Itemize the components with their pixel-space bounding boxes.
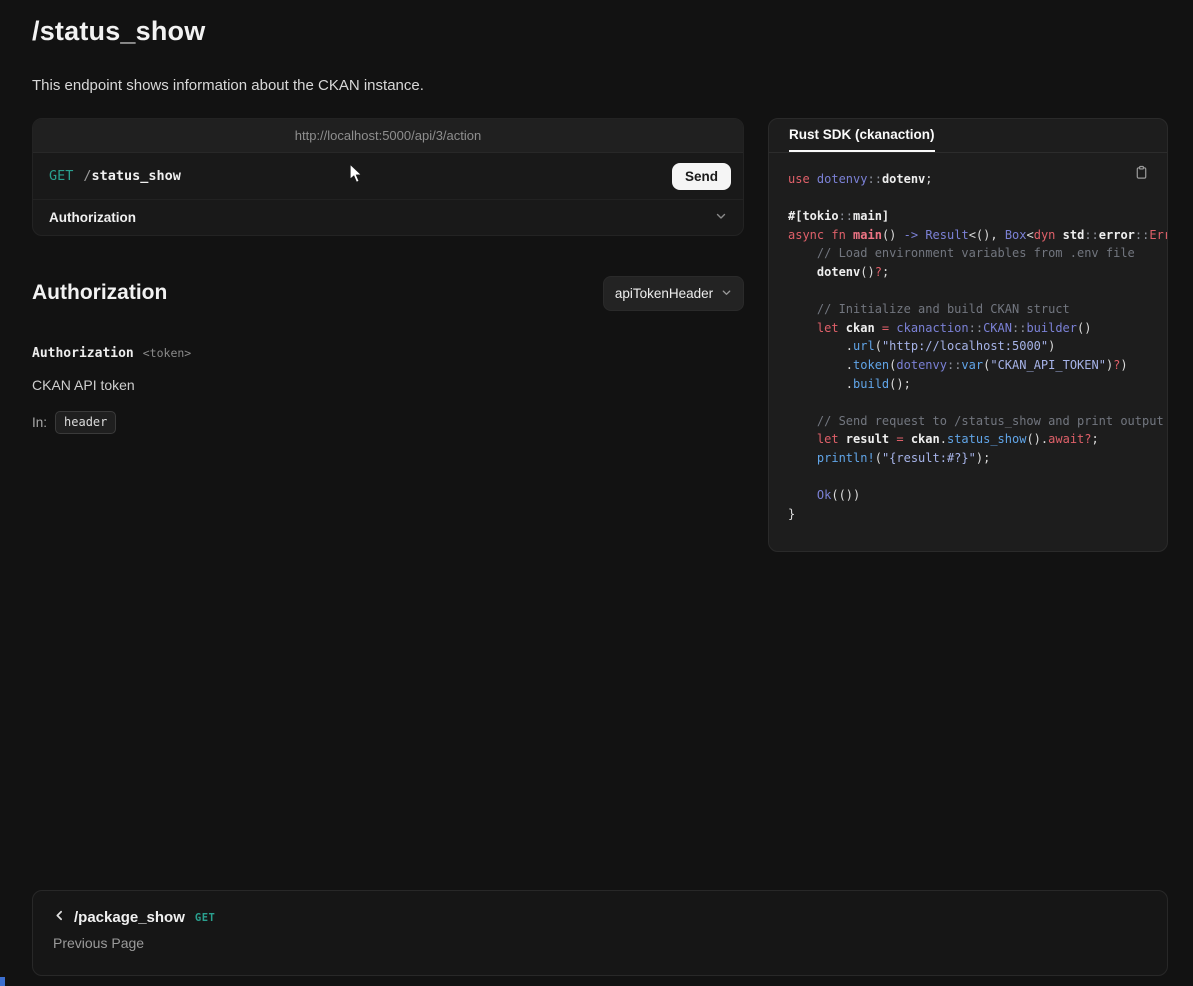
- send-button[interactable]: Send: [672, 163, 731, 190]
- path-slash: /: [83, 168, 91, 184]
- auth-param-description: CKAN API token: [32, 377, 135, 393]
- auth-param-type: <token>: [143, 346, 191, 360]
- authorization-section-heading: Authorization: [32, 281, 167, 305]
- auth-scheme-selected-value: apiTokenHeader: [615, 286, 713, 301]
- previous-page-row: /package_show GET: [53, 909, 1147, 926]
- endpoint-description: This endpoint shows information about th…: [32, 77, 424, 94]
- previous-page-label: Previous Page: [53, 935, 1147, 951]
- code-body: use dotenvy::dotenv; #[tokio::main]async…: [769, 153, 1167, 551]
- clipboard-icon: [1134, 168, 1149, 183]
- authorization-row-label: Authorization: [49, 210, 136, 225]
- previous-endpoint-path: /package_show: [74, 909, 185, 926]
- endpoint-path: status_show: [92, 168, 181, 184]
- auth-in-line: In: header: [32, 411, 116, 434]
- chevron-left-icon: [53, 909, 66, 926]
- page-title: /status_show: [32, 16, 205, 47]
- corner-marker: [0, 977, 5, 986]
- code-sample-panel: Rust SDK (ckanaction) use dotenvy::doten…: [768, 118, 1168, 552]
- base-url: http://localhost:5000/api/3/action: [295, 128, 481, 143]
- base-url-bar[interactable]: http://localhost:5000/api/3/action: [33, 119, 743, 153]
- request-card: http://localhost:5000/api/3/action GET /…: [32, 118, 744, 236]
- code-lines[interactable]: use dotenvy::dotenv; #[tokio::main]async…: [788, 170, 1167, 523]
- auth-in-badge: header: [55, 411, 116, 434]
- http-method-label: GET: [49, 168, 73, 184]
- code-panel-header: Rust SDK (ckanaction): [769, 119, 1167, 153]
- auth-param-name: Authorization: [32, 346, 134, 361]
- request-row: GET / status_show Send: [33, 153, 743, 200]
- auth-scheme-select[interactable]: apiTokenHeader: [603, 276, 744, 311]
- code-language-tab[interactable]: Rust SDK (ckanaction): [789, 119, 935, 152]
- auth-in-label: In:: [32, 415, 47, 430]
- authorization-accordion-row[interactable]: Authorization: [33, 200, 743, 235]
- chevron-down-icon: [721, 286, 732, 301]
- chevron-down-icon: [715, 210, 727, 225]
- auth-param-line: Authorization <token>: [32, 346, 191, 361]
- previous-endpoint-method: GET: [195, 912, 215, 924]
- copy-to-clipboard-button[interactable]: [1134, 165, 1149, 183]
- previous-page-card[interactable]: /package_show GET Previous Page: [32, 890, 1168, 976]
